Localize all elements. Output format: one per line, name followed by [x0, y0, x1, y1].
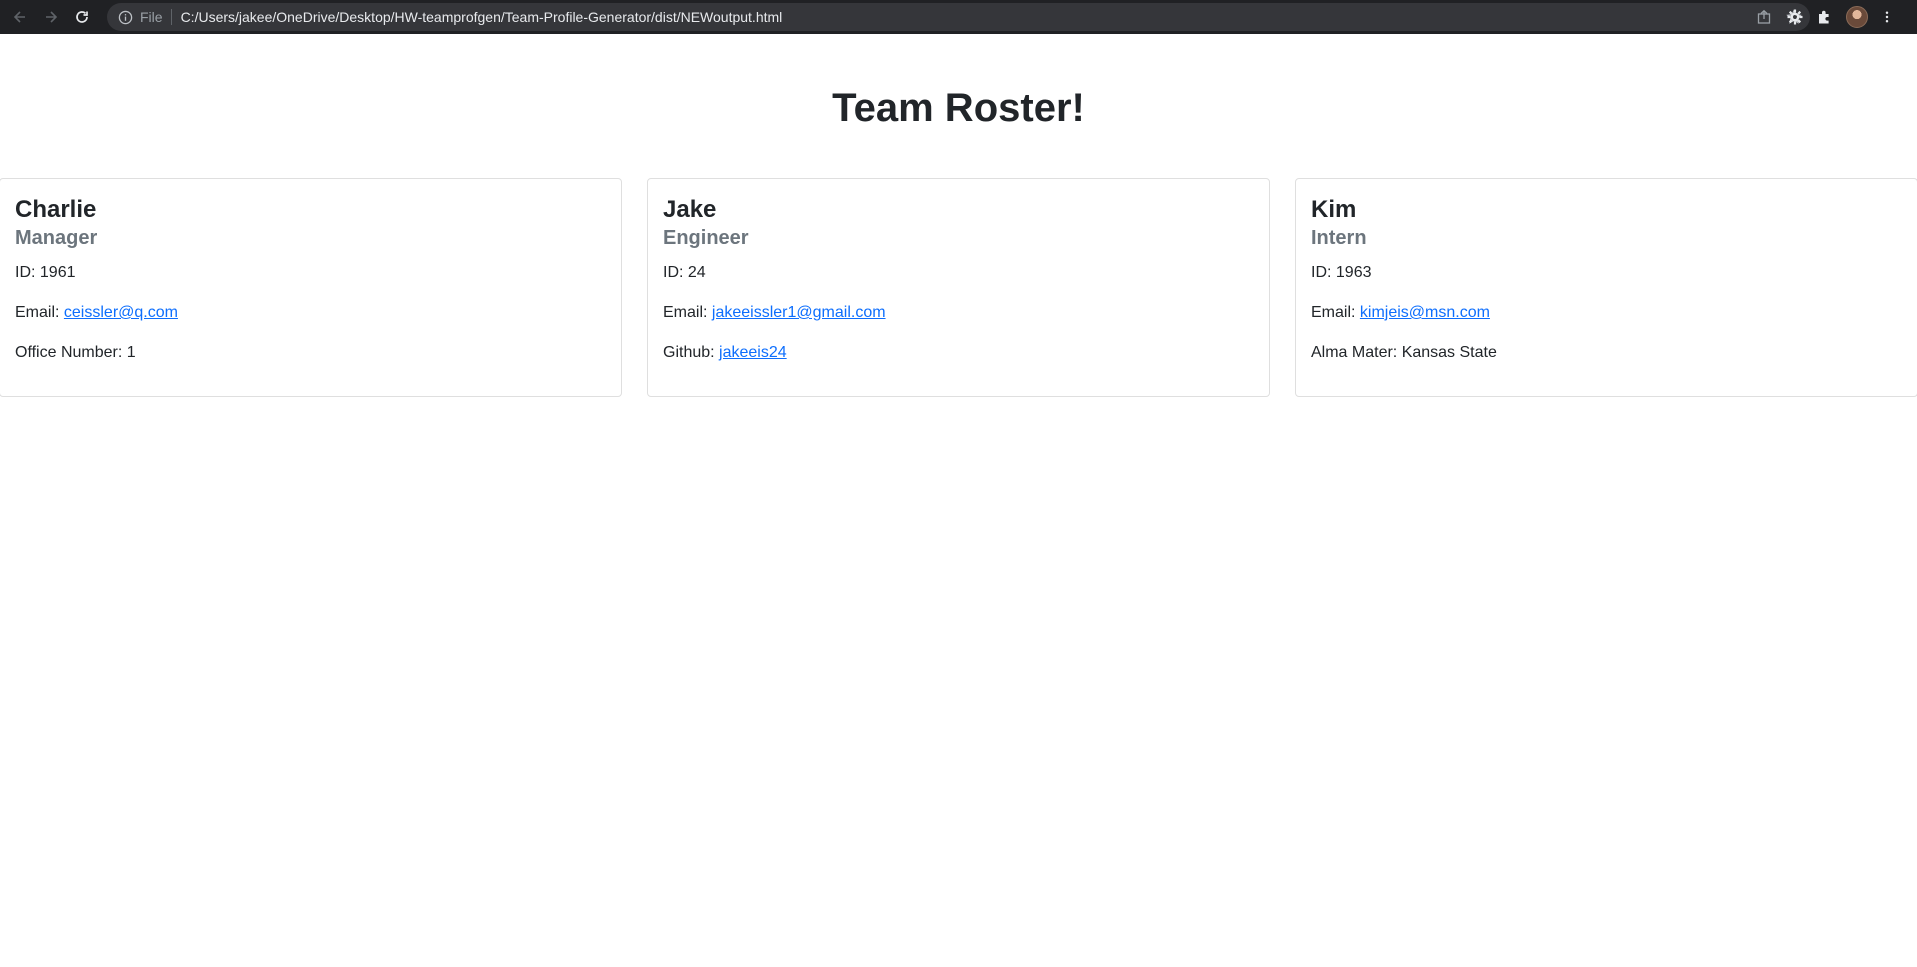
- github-label: Github:: [663, 344, 715, 361]
- email-link[interactable]: jakeeissler1@gmail.com: [712, 304, 886, 321]
- profile-avatar[interactable]: [1846, 6, 1868, 28]
- email-label: Email:: [1311, 304, 1356, 321]
- scheme-label[interactable]: File: [140, 9, 172, 25]
- employee-role: Intern: [1311, 227, 1367, 249]
- employee-card-intern: Kim Intern ID: 1963 Email: kimjeis@msn.c…: [1295, 178, 1917, 397]
- extension-gear-icon[interactable]: [1786, 8, 1804, 26]
- github-link[interactable]: jakeeis24: [719, 344, 787, 361]
- employee-role: Engineer: [663, 227, 749, 249]
- forward-button[interactable]: [37, 3, 65, 31]
- employee-card-engineer: Jake Engineer ID: 24 Email: jakeeissler1…: [647, 178, 1270, 397]
- employee-email-line: Email: jakeeissler1@gmail.com: [663, 302, 886, 324]
- email-label: Email:: [15, 304, 60, 321]
- employee-id: ID: 1961: [15, 264, 76, 281]
- email-link[interactable]: ceissler@q.com: [64, 304, 178, 321]
- employee-name: Kim: [1311, 196, 1357, 223]
- employee-card-manager: Charlie Manager ID: 1961 Email: ceissler…: [0, 178, 622, 397]
- extensions-puzzle-icon[interactable]: [1816, 8, 1834, 26]
- info-icon[interactable]: [117, 9, 133, 25]
- alma-mater: Alma Mater: Kansas State: [1311, 344, 1497, 361]
- employee-id: ID: 24: [663, 264, 706, 281]
- office-number: Office Number: 1: [15, 344, 136, 361]
- share-icon[interactable]: [1756, 9, 1772, 25]
- employee-email-line: Email: ceissler@q.com: [15, 302, 178, 324]
- employee-email-line: Email: kimjeis@msn.com: [1311, 302, 1490, 324]
- page-title: Team Roster!: [832, 86, 1085, 130]
- employee-role: Manager: [15, 227, 98, 249]
- arrow-right-icon: [46, 11, 58, 23]
- browser-toolbar: File C:/Users/jakee/OneDrive/Desktop/HW-…: [0, 0, 1917, 34]
- arrow-left-icon: [13, 11, 25, 23]
- back-button[interactable]: [6, 3, 34, 31]
- employee-name: Jake: [663, 196, 717, 223]
- employee-id: ID: 1963: [1311, 264, 1372, 281]
- kebab-menu-icon[interactable]: [1880, 8, 1894, 26]
- address-bar[interactable]: File C:/Users/jakee/OneDrive/Desktop/HW-…: [107, 3, 1810, 31]
- github-line: Github: jakeeis24: [663, 342, 787, 364]
- url-text[interactable]: C:/Users/jakee/OneDrive/Desktop/HW-teamp…: [181, 9, 783, 25]
- email-link[interactable]: kimjeis@msn.com: [1360, 304, 1490, 321]
- reload-button[interactable]: [68, 3, 96, 31]
- email-label: Email:: [663, 304, 708, 321]
- reload-icon: [76, 11, 88, 23]
- employee-name: Charlie: [15, 196, 97, 223]
